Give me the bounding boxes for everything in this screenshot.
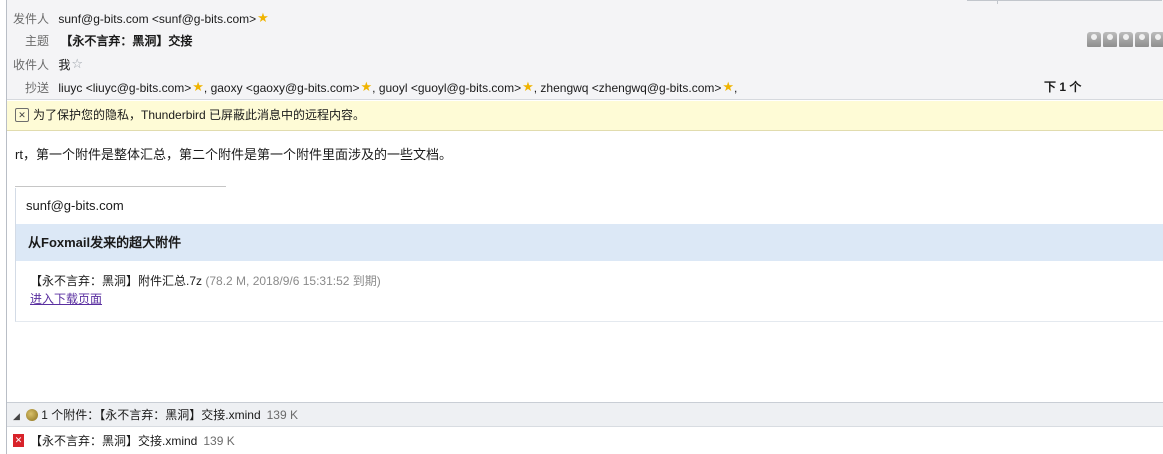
person-icon <box>1103 32 1117 47</box>
person-icon <box>1087 32 1101 47</box>
attachment-size: 139 K <box>203 434 235 448</box>
from-address[interactable]: sunf@g-bits.com <sunf@g-bits.com> <box>58 12 256 26</box>
to-value[interactable]: 我 <box>58 58 70 72</box>
cc-row: 抄送 liuyc <liuyc@g-bits.com>★, gaoxy <gao… <box>25 78 737 98</box>
star-icon[interactable]: ★ <box>257 8 269 28</box>
remote-content-notice: ✕ 为了保护您的隐私，Thunderbird 已屏蔽此消息中的远程内容。 <box>7 101 1163 131</box>
cc-recipient[interactable]: gaoxy <gaoxy@g-bits.com> <box>211 81 360 95</box>
to-label: 收件人 <box>13 58 50 72</box>
attachment-summary: 1 个附件：【永不言弃：黑洞】交接.xmind <box>41 408 261 422</box>
person-icon <box>1135 32 1149 47</box>
subject-value: 【永不言弃：黑洞】交接 <box>60 34 193 48</box>
cc-trailing-comma: , <box>734 81 738 95</box>
person-icon <box>1151 32 1163 47</box>
next-recipients-button[interactable]: 下 1 个 <box>1044 78 1081 95</box>
contact-avatars <box>1087 32 1163 48</box>
foxmail-attachment-card: sunf@g-bits.com 从Foxmail发来的超大附件 【永不言弃：黑洞… <box>15 188 1163 322</box>
message-header: 发件人 sunf@g-bits.com <sunf@g-bits.com>★ 主… <box>7 0 1163 100</box>
subject-label: 主题 <box>25 34 50 48</box>
star-icon[interactable]: ★ <box>192 77 204 97</box>
signature-divider <box>15 186 226 187</box>
attachment-summary-size: 139 K <box>266 408 298 422</box>
large-attachment-title: 从Foxmail发来的超大附件 <box>16 224 1163 261</box>
attachment-name[interactable]: 【永不言弃：黑洞】交接.xmind <box>30 434 197 448</box>
cc-label: 抄送 <box>25 81 50 95</box>
large-attachment-file: 【永不言弃：黑洞】附件汇总.7z (78.2 M, 2018/9/6 15:31… <box>30 272 381 289</box>
header-top-divider <box>967 0 1162 4</box>
subject-row: 主题 【永不言弃：黑洞】交接 <box>25 31 192 51</box>
collapse-triangle-icon[interactable]: ◢ <box>13 404 20 428</box>
paperclip-icon <box>25 408 38 421</box>
xmind-file-icon: ✕ <box>13 434 24 448</box>
star-icon[interactable]: ★ <box>722 77 734 97</box>
to-row: 收件人 我☆ <box>13 55 83 75</box>
cc-recipient[interactable]: zhengwq <zhengwq@g-bits.com> <box>540 81 721 95</box>
large-attachment-meta: (78.2 M, 2018/9/6 15:31:52 到期) <box>205 274 381 288</box>
star-icon[interactable]: ★ <box>361 77 373 97</box>
blocked-content-icon[interactable]: ✕ <box>15 107 29 122</box>
cc-separator: , <box>372 81 379 95</box>
cc-recipient[interactable]: liuyc <liuyc@g-bits.com> <box>58 81 191 95</box>
large-attachment-name: 【永不言弃：黑洞】附件汇总.7z <box>30 274 203 288</box>
star-icon[interactable]: ★ <box>522 77 534 97</box>
notice-text: 为了保护您的隐私，Thunderbird 已屏蔽此消息中的远程内容。 <box>33 108 366 122</box>
signature-email: sunf@g-bits.com <box>26 198 124 213</box>
cc-recipient[interactable]: guoyl <guoyl@g-bits.com> <box>379 81 521 95</box>
from-row: 发件人 sunf@g-bits.com <sunf@g-bits.com>★ <box>13 9 269 29</box>
person-icon <box>1119 32 1133 47</box>
download-page-link[interactable]: 进入下载页面 <box>30 290 102 307</box>
message-text: rt，第一个附件是整体汇总，第二个附件是第一个附件里面涉及的一些文档。 <box>15 147 452 162</box>
message-body: rt，第一个附件是整体汇总，第二个附件是第一个附件里面涉及的一些文档。 sunf… <box>7 132 1163 402</box>
message-window: 发件人 sunf@g-bits.com <sunf@g-bits.com>★ 主… <box>6 0 1163 454</box>
attachment-bar[interactable]: ◢ 1 个附件：【永不言弃：黑洞】交接.xmind 139 K <box>7 402 1163 427</box>
star-outline-icon[interactable]: ☆ <box>71 54 83 74</box>
attachment-item[interactable]: ✕ 【永不言弃：黑洞】交接.xmind 139 K <box>7 428 1163 454</box>
from-label: 发件人 <box>13 12 50 26</box>
cc-separator: , <box>203 81 211 95</box>
